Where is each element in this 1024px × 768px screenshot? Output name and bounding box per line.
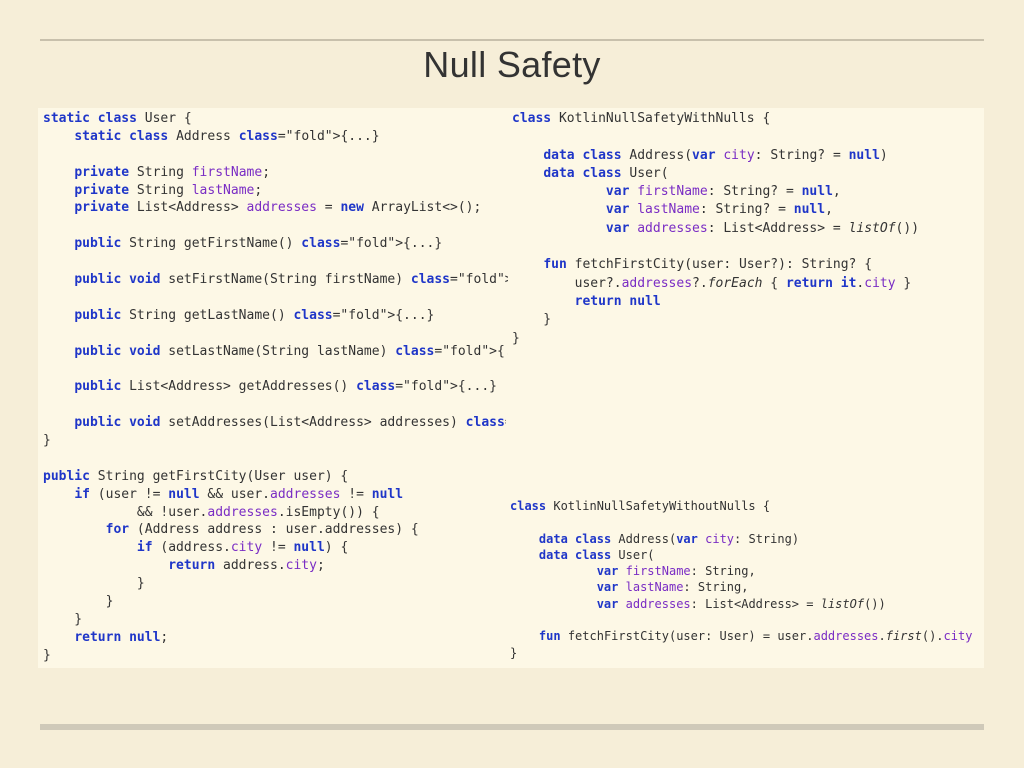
- code-line: return address.city;: [168, 558, 325, 574]
- code-line: fun fetchFirstCity(user: User?): String?…: [543, 257, 873, 273]
- code-line: && !user.addresses.isEmpty()) {: [43, 504, 380, 520]
- code-line: }: [512, 312, 552, 328]
- code-line: public void setAddresses(List<Address> a…: [74, 415, 606, 431]
- kotlin-without-nulls-code-panel: class KotlinNullSafetyWithoutNulls { dat…: [506, 358, 984, 668]
- code-line: public String getLastName() class="fold"…: [74, 307, 435, 323]
- kotlin-with-nulls-code-panel: class KotlinNullSafetyWithNulls { data c…: [508, 108, 984, 358]
- code-line: return null: [574, 293, 661, 309]
- code-line: public String getFirstCity(User user) {: [43, 468, 349, 484]
- code-line: }: [43, 611, 83, 627]
- slide-title: Null Safety: [423, 44, 601, 85]
- code-line: public void setFirstName(String firstNam…: [74, 272, 552, 288]
- code-line: user?.addresses?.forEach { return it.cit…: [512, 275, 912, 291]
- code-line: var lastName: String,: [596, 580, 749, 595]
- code-line: }: [43, 433, 51, 449]
- code-line: private String lastName;: [74, 182, 263, 198]
- code-line: }: [512, 330, 520, 346]
- code-line: class KotlinNullSafetyWithNulls {: [512, 111, 771, 126]
- code-line: var addresses: List<Address> = listOf()): [596, 596, 886, 611]
- top-divider: [40, 39, 984, 41]
- code-line: static class User {: [43, 111, 192, 126]
- code-line: if (address.city != null) {: [136, 540, 349, 556]
- code-line: data class User(: [538, 547, 655, 562]
- code-line: fun fetchFirstCity(user: User) = user.ad…: [538, 629, 973, 644]
- code-line: public String getFirstName() class="fold…: [74, 236, 443, 252]
- code-line: data class Address(var city: String? = n…: [543, 147, 888, 163]
- code-line: }: [43, 594, 114, 610]
- code-line: static class Address class="fold">{...}: [74, 128, 380, 144]
- code-line: if (user != null && user.addresses != nu…: [74, 486, 404, 502]
- code-line: var lastName: String? = null,: [605, 202, 833, 218]
- code-line: var firstName: String? = null,: [605, 184, 841, 200]
- code-line: }: [43, 576, 145, 592]
- code-line: private String firstName;: [74, 164, 271, 180]
- code-line: data class Address(var city: String): [538, 531, 800, 546]
- java-code-panel: static class User { static class Address…: [38, 108, 607, 668]
- bottom-divider: [40, 724, 984, 730]
- code-line: public List<Address> getAddresses() clas…: [74, 379, 497, 395]
- code-line: class KotlinNullSafetyWithoutNulls {: [510, 499, 771, 513]
- code-line: }: [510, 645, 518, 660]
- code-line: for (Address address : user.addresses) {: [105, 522, 419, 538]
- code-line: public void setLastName(String lastName)…: [74, 343, 537, 359]
- code-line: private List<Address> addresses = new Ar…: [74, 200, 482, 216]
- code-line: data class User(: [543, 165, 669, 181]
- code-line: var firstName: String,: [596, 564, 756, 579]
- code-line: }: [43, 647, 51, 663]
- code-line: return null;: [74, 629, 169, 645]
- code-line: var addresses: List<Address> = listOf()): [605, 220, 920, 236]
